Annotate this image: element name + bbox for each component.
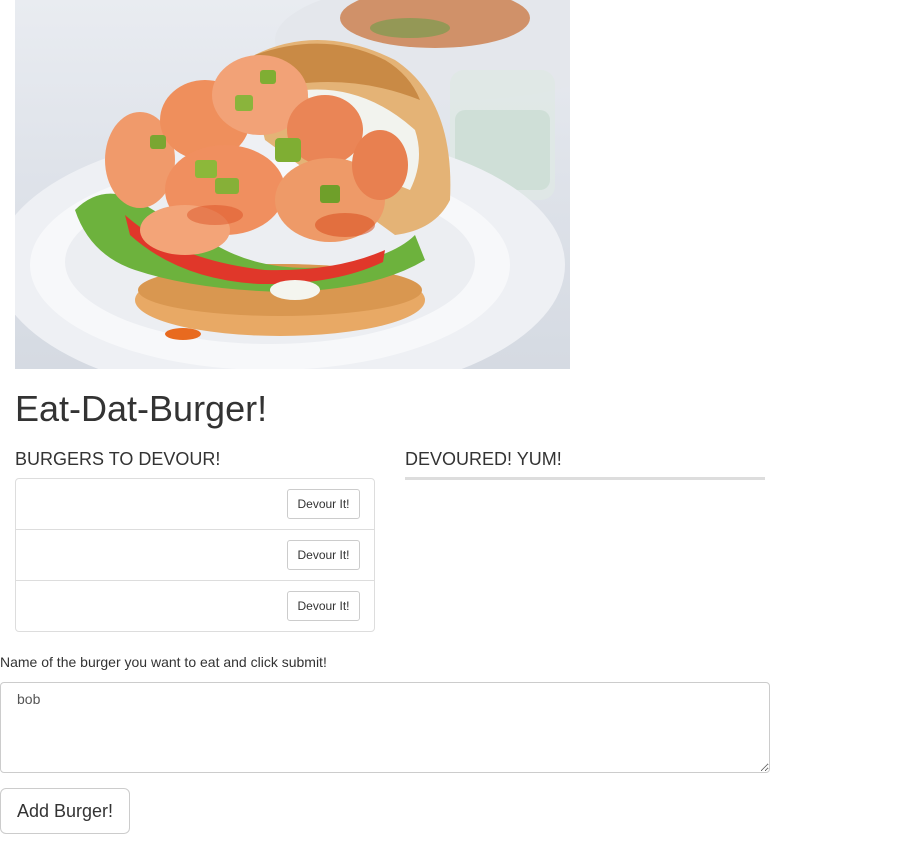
page-title: Eat-Dat-Burger! xyxy=(15,388,268,429)
devour-button[interactable]: Devour It! xyxy=(287,591,360,621)
devour-button[interactable]: Devour It! xyxy=(287,540,360,570)
list-item: Devour It! xyxy=(16,580,374,631)
burgers-to-devour-heading: BURGERS TO DEVOUR! xyxy=(15,449,221,469)
add-burger-button[interactable]: Add Burger! xyxy=(0,788,130,834)
burger-name-label: Name of the burger you want to eat and c… xyxy=(0,654,327,670)
devoured-heading: DEVOURED! YUM! xyxy=(405,449,562,469)
list-item: Devour It! xyxy=(16,479,374,529)
list-item: Devour It! xyxy=(16,529,374,580)
burger-name-input[interactable]: bob xyxy=(0,682,770,773)
burgers-to-devour-list: Devour It! Devour It! Devour It! xyxy=(15,478,375,632)
devoured-list-divider xyxy=(405,477,765,480)
devour-button[interactable]: Devour It! xyxy=(287,489,360,519)
hero-burger-image xyxy=(15,0,570,369)
shrimp-burger-photo xyxy=(15,0,570,369)
